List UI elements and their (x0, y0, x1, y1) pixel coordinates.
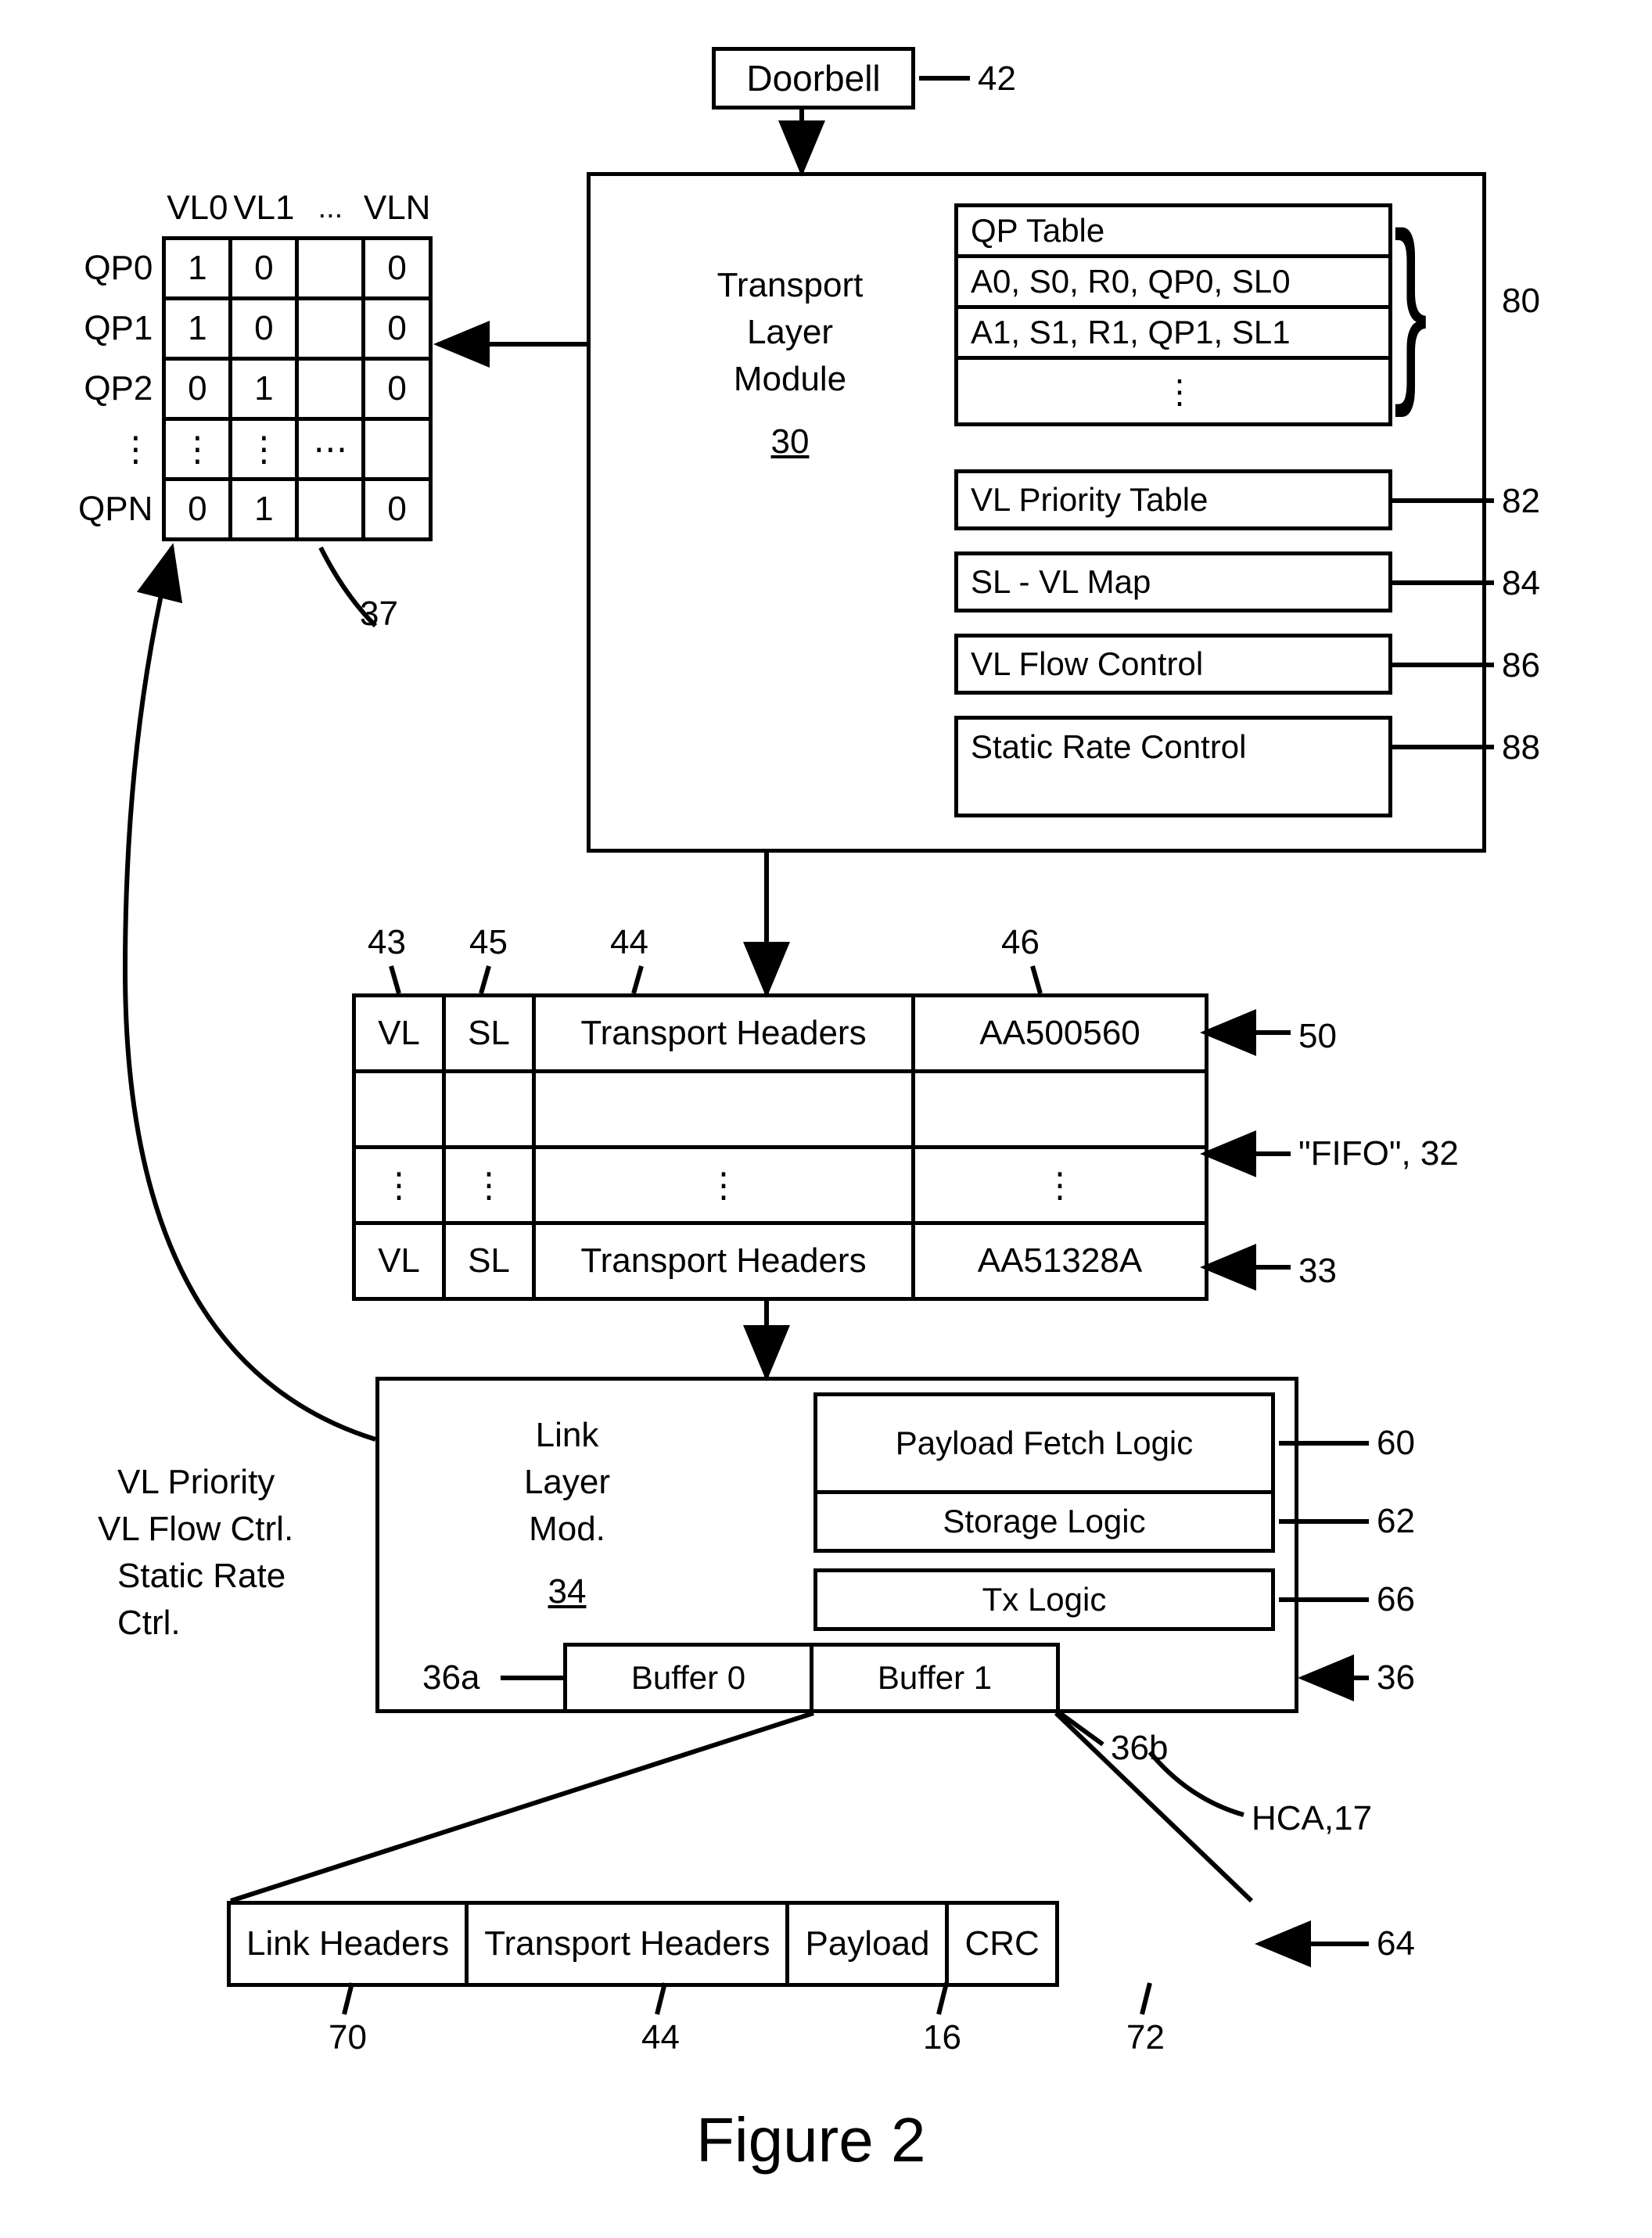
tx-logic: Tx Logic (813, 1568, 1275, 1631)
llm-title2: Layer (469, 1463, 665, 1502)
llm-title3: Mod. (469, 1510, 665, 1549)
buffers-ref-group: 36 (1377, 1658, 1415, 1697)
vl-priority-table: VL Priority Table (954, 469, 1392, 530)
llm-title1: Link (469, 1416, 665, 1455)
packet-table: Link Headers Transport Headers Payload C… (227, 1901, 1059, 1987)
fifo-col-vl-ref: 43 (368, 923, 406, 962)
sl-vl-map: SL - VL Map (954, 551, 1392, 612)
packet-ref: 64 (1377, 1924, 1415, 1963)
storage-ref: 62 (1377, 1502, 1415, 1541)
fifo-table: VL SL Transport Headers AA500560 ⋮⋮⋮⋮ VL… (352, 993, 1208, 1301)
llm-ref: 34 (469, 1572, 665, 1611)
packet-cell0-ref: 70 (329, 2018, 367, 2057)
vl-flow-ref: 86 (1502, 646, 1540, 685)
storage-logic: Storage Logic (813, 1490, 1275, 1553)
qp-table-row0: A0, S0, R0, QP0, SL0 (954, 254, 1392, 309)
payload-fetch-logic: Payload Fetch Logic (813, 1392, 1275, 1494)
static-rate-ref: 88 (1502, 728, 1540, 767)
payload-fetch-ref: 60 (1377, 1424, 1415, 1463)
buffer1-ref: 36b (1111, 1729, 1168, 1768)
qp-table-title: QP Table (954, 203, 1392, 258)
hca-ref: HCA,17 (1252, 1799, 1372, 1838)
fifo-col-addr-ref: 46 (1001, 923, 1040, 962)
packet-cell2-ref: 16 (923, 2018, 961, 2057)
doorbell-label: Doorbell (746, 57, 880, 99)
side-label-4: Ctrl. (117, 1604, 181, 1643)
tlm-ref: 30 (673, 422, 907, 462)
fifo-col-th-ref: 44 (610, 923, 648, 962)
fifo-ref-group: "FIFO", 32 (1298, 1134, 1459, 1173)
fifo-col-sl-ref: 45 (469, 923, 508, 962)
tx-ref: 66 (1377, 1580, 1415, 1619)
qp-table-row1: A1, S1, R1, QP1, SL1 (954, 305, 1392, 360)
tlm-title1: Transport (673, 266, 907, 305)
side-label-2: VL Flow Ctrl. (98, 1510, 293, 1549)
qp-table-row2: ⋮ (954, 356, 1392, 426)
buffer-1: Buffer 1 (810, 1643, 1060, 1713)
static-rate-control: Static Rate Control (954, 716, 1392, 817)
side-label-1: VL Priority (117, 1463, 275, 1502)
vl-priority-ref: 82 (1502, 482, 1540, 521)
figure-label: Figure 2 (696, 2104, 925, 2176)
vl-flow-control: VL Flow Control (954, 634, 1392, 695)
doorbell-ref: 42 (978, 59, 1016, 99)
tlm-title2: Layer (673, 313, 907, 352)
qp-vl-matrix: VL0 VL1 ... VLN QP0100 QP1100 QP2010 ⋮⋮⋮… (78, 180, 433, 541)
brace-icon: } (1394, 203, 1428, 407)
packet-cell3-ref: 72 (1126, 2018, 1165, 2057)
matrix-ref: 37 (360, 595, 398, 634)
fifo-ref-top: 50 (1298, 1017, 1337, 1056)
qp-table-ref: 80 (1502, 282, 1540, 321)
side-label-3: Static Rate (117, 1557, 286, 1596)
packet-cell1-ref: 44 (641, 2018, 680, 2057)
fifo-ref-bottom: 33 (1298, 1252, 1337, 1291)
tlm-title3: Module (673, 360, 907, 399)
sl-vl-map-ref: 84 (1502, 564, 1540, 603)
buffer-0: Buffer 0 (563, 1643, 813, 1713)
buffer0-ref: 36a (422, 1658, 479, 1697)
